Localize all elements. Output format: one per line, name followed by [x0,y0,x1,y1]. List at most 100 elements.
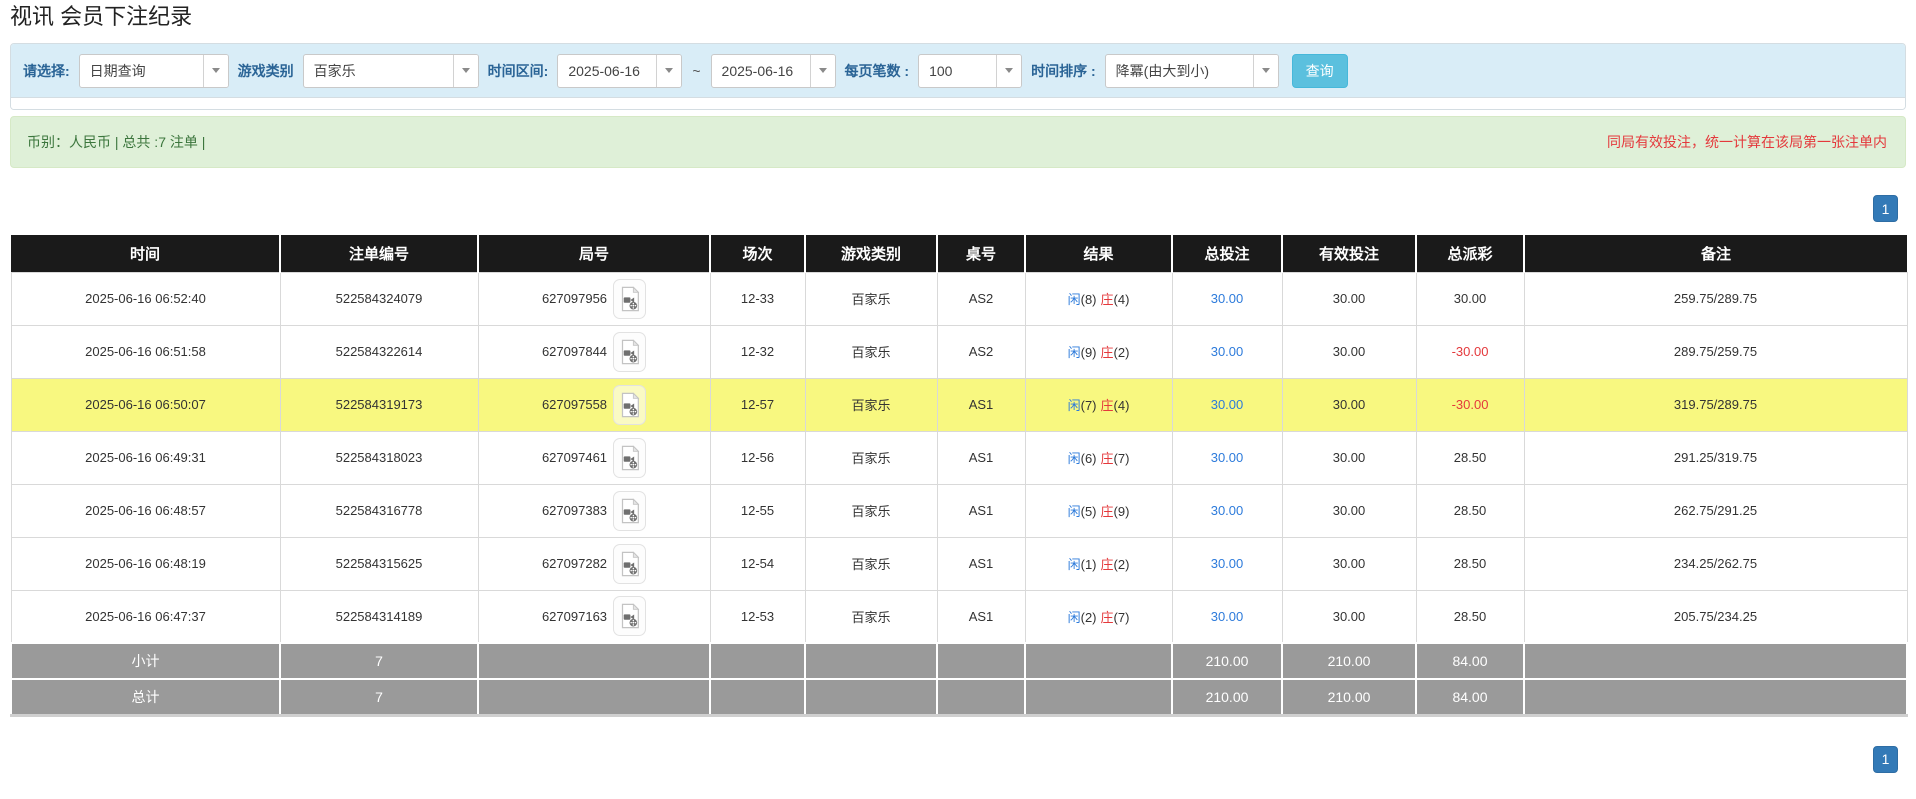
total-bet-link[interactable]: 30.00 [1211,556,1244,571]
cell-valid-bet: 30.00 [1281,589,1417,644]
total-bet-link[interactable]: 30.00 [1211,503,1244,518]
search-button[interactable]: 查询 [1291,53,1348,88]
game-category-select[interactable]: 百家乐 [302,53,479,88]
game-category-value: 百家乐 [313,62,356,79]
col-total-bet: 总投注 [1172,235,1283,272]
result-player: 闲 [1067,609,1081,625]
result-player: 闲 [1067,398,1081,413]
video-replay-button[interactable] [613,490,647,531]
cell-payout: 28.50 [1415,589,1525,644]
col-remark: 备注 [1524,235,1907,272]
summary-payout-cell: 84.00 [1415,678,1525,717]
round-number: 627097558 [541,397,608,412]
cell-remark: 259.75/289.75 [1523,271,1908,326]
cell-bet-number: 522584322614 [279,324,479,379]
col-result: 结果 [1025,235,1173,272]
col-time: 时间 [11,235,281,272]
table-row: 2025-06-16 06:52:40 522584324079 6270979… [10,271,1908,326]
date-from-input[interactable]: 2025-06-16 [557,53,683,88]
cell-payout: -30.00 [1415,324,1525,379]
result-player-points: (7) [1080,398,1097,413]
result-player: 闲 [1067,345,1081,360]
film-document-icon [621,550,639,576]
result-banker-points: (9) [1113,504,1130,519]
round-number: 627097461 [541,450,608,465]
chevron-down-icon [1252,54,1278,87]
pagination-bottom: 1 [10,745,1906,773]
time-sort-select[interactable]: 降冪(由大到小) [1104,53,1279,88]
filter-panel-body [11,98,1905,109]
page-1-button-bottom[interactable]: 1 [1873,745,1898,773]
cell-table-number: AS2 [936,324,1026,379]
result-banker-points: (4) [1113,292,1130,307]
table-row: 2025-06-16 06:48:19 522584315625 6270972… [10,536,1908,591]
result-banker: 庄 [1100,398,1114,413]
film-document-icon [621,444,639,470]
cell-round-number: 627097956 [477,271,711,326]
total-bet-link[interactable]: 30.00 [1211,291,1244,306]
cell-result: 闲(8) 庄(4) [1024,271,1173,326]
cell-total-bet: 30.00 [1171,324,1283,379]
cell-total-bet: 30.00 [1171,377,1283,432]
cell-result: 闲(6) 庄(7) [1024,430,1173,485]
summary-bar: 币别：人民币 | 总共 :7 注单 | 同局有效投注，统一计算在该局第一张注单内 [10,116,1906,168]
page-1-button-top[interactable]: 1 [1873,195,1898,222]
video-replay-button[interactable] [613,543,647,584]
query-type-value: 日期查询 [89,62,146,79]
summary-count-cell: 7 [279,678,479,717]
cell-round-number: 627097383 [477,483,711,538]
col-bet-no: 注单编号 [280,235,479,272]
date-from-value: 2025-06-16 [568,62,640,79]
cell-round-number: 627097461 [477,430,711,485]
film-document-icon [621,285,639,311]
cell-round-number: 627097282 [477,536,711,591]
total-bet-link[interactable]: 30.00 [1211,450,1244,465]
cell-time: 2025-06-16 06:48:57 [10,483,281,538]
cell-payout: 28.50 [1415,430,1525,485]
cell-game-category: 百家乐 [804,589,938,644]
cell-result: 闲(7) 庄(4) [1024,377,1173,432]
chevron-down-icon [809,54,835,87]
date-to-input[interactable]: 2025-06-16 [710,53,836,88]
query-type-select[interactable]: 日期查询 [78,53,229,88]
cell-time: 2025-06-16 06:48:19 [10,536,281,591]
cell-game-category: 百家乐 [804,324,938,379]
cell-remark: 205.75/234.25 [1523,589,1908,644]
video-replay-button[interactable] [613,437,647,478]
cell-payout: 30.00 [1415,271,1525,326]
cell-session: 12-55 [709,483,806,538]
video-replay-button[interactable] [613,384,647,425]
summary-empty-cell [804,678,938,717]
video-replay-button[interactable] [613,596,647,637]
cell-time: 2025-06-16 06:47:37 [10,589,281,644]
cell-time: 2025-06-16 06:52:40 [10,271,281,326]
cell-remark: 319.75/289.75 [1523,377,1908,432]
cell-remark: 291.25/319.75 [1523,430,1908,485]
summary-total-bet-cell: 210.00 [1171,678,1283,717]
table-row: 2025-06-16 06:47:37 522584314189 6270971… [10,589,1908,644]
time-range-label: 时间区间: [487,62,549,79]
cell-payout: 28.50 [1415,483,1525,538]
total-bet-link[interactable]: 30.00 [1211,397,1244,412]
cell-valid-bet: 30.00 [1281,324,1417,379]
page-size-select[interactable]: 100 [918,53,1023,88]
pagination-top: 1 [10,195,1906,222]
round-number: 627097383 [541,503,608,518]
time-sort-value: 降冪(由大到小) [1115,62,1209,79]
video-replay-button[interactable] [613,331,647,372]
result-banker: 庄 [1100,345,1114,360]
cell-bet-number: 522584319173 [279,377,479,432]
result-player-points: (9) [1080,345,1097,360]
total-bet-link[interactable]: 30.00 [1211,609,1244,624]
time-sort-label: 时间排序 : [1031,62,1096,79]
cell-payout: -30.00 [1415,377,1525,432]
currency-total-text: 币别：人民币 | 总共 :7 注单 | [27,134,206,150]
cell-valid-bet: 30.00 [1281,271,1417,326]
summary-payout-cell: 84.00 [1415,642,1525,680]
cell-bet-number: 522584314189 [279,589,479,644]
video-replay-button[interactable] [613,278,647,319]
result-player: 闲 [1067,292,1081,307]
total-bet-link[interactable]: 30.00 [1211,344,1244,359]
table-row: 2025-06-16 06:50:07 522584319173 6270975… [10,377,1908,432]
page-size-value: 100 [929,62,953,79]
